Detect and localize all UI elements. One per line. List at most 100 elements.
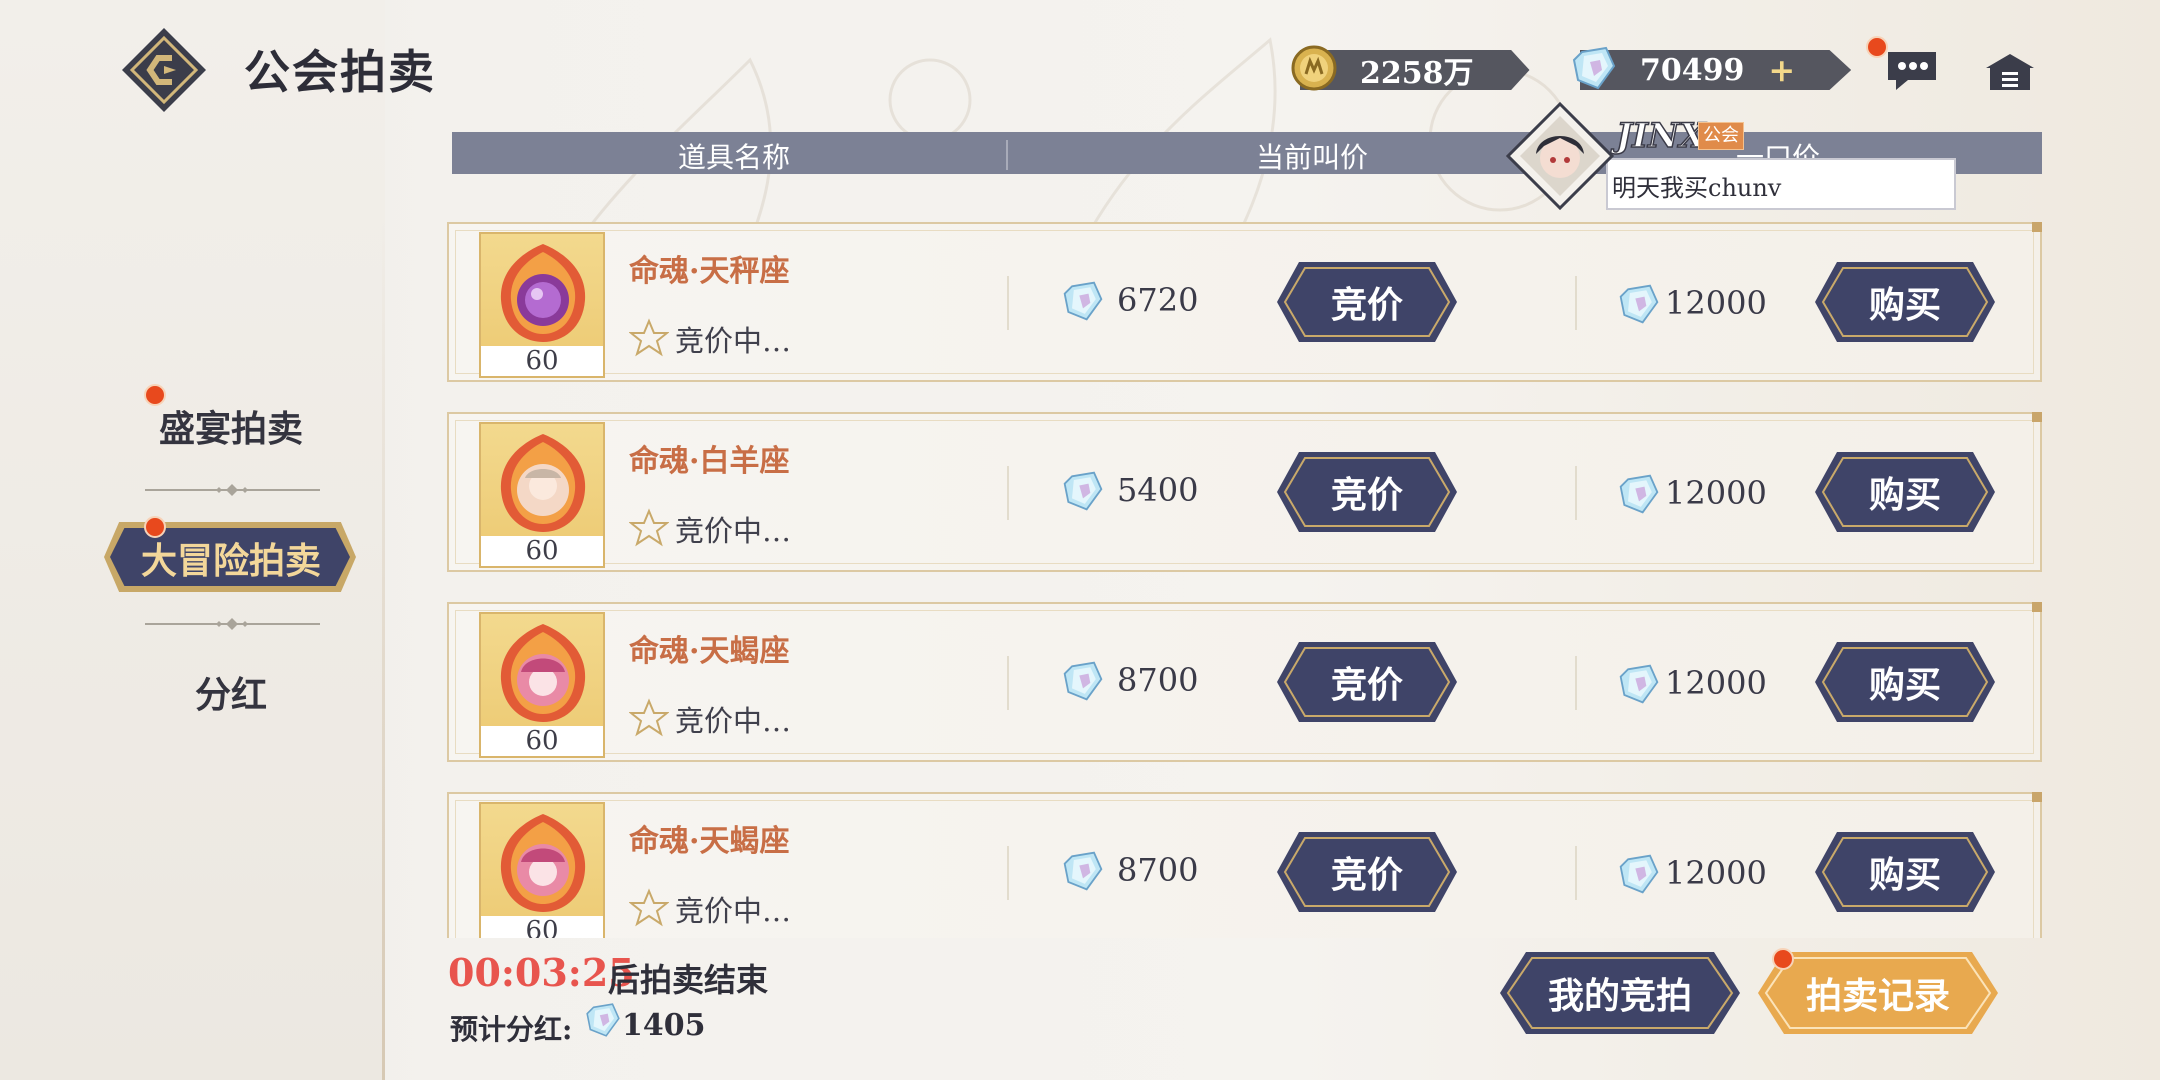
bid-button[interactable]: 竞价: [1277, 452, 1457, 532]
tab-feast-auction[interactable]: 盛宴拍卖: [100, 400, 362, 452]
buy-button-label: 购买: [1868, 474, 1941, 516]
aries-soul-icon: [500, 434, 586, 532]
row-separator: [1575, 656, 1577, 710]
bid-button[interactable]: 竞价: [1277, 262, 1457, 342]
diamond-gem-icon: [1619, 854, 1659, 894]
diamond-gem-icon: [1619, 284, 1659, 324]
table-row: 60 命魂·白羊座 竞价中… 5400 竞价 12000 购买: [447, 412, 2042, 572]
bid-button[interactable]: 竞价: [1277, 642, 1457, 722]
bid-status: 竞价中…: [675, 324, 792, 358]
chat-notification-dot: [1866, 36, 1888, 58]
buyout-price: 12000: [1665, 854, 1767, 892]
item-count: 60: [481, 536, 603, 566]
table-row: 60 命魂·天蝎座 竞价中… 8700 竞价 12000 购买: [447, 792, 2042, 938]
item-icon-frame[interactable]: 60: [479, 422, 605, 568]
gold-coin-icon: [1291, 45, 1337, 91]
gem-currency: 70499 +: [1572, 46, 1852, 92]
item-count: 60: [481, 346, 603, 376]
item-name: 命魂·天蝎座: [629, 824, 790, 859]
player-avatar[interactable]: [1506, 102, 1614, 210]
chat-popup[interactable]: JINX 公会 明天我买chunv: [1506, 102, 1960, 212]
row-separator: [1007, 846, 1009, 900]
current-bid: 6720: [1117, 281, 1199, 319]
diamond-gem-icon: [1063, 661, 1103, 701]
bid-button-label: 竞价: [1330, 854, 1403, 896]
scorpio-soul-icon: [500, 624, 586, 722]
buy-button-label: 购买: [1868, 854, 1941, 896]
gold-amount: 2258万: [1360, 56, 1474, 91]
gem-amount: 70499: [1640, 52, 1745, 88]
item-name: 命魂·天蝎座: [629, 634, 790, 669]
buy-button[interactable]: 购买: [1815, 262, 1995, 342]
buy-button[interactable]: 购买: [1815, 832, 1995, 912]
bid-status: 竞价中…: [675, 894, 792, 928]
row-separator: [1575, 846, 1577, 900]
bid-button-label: 竞价: [1330, 664, 1403, 706]
add-gems-button[interactable]: +: [1768, 51, 1795, 89]
current-bid: 5400: [1117, 471, 1199, 509]
buyout-price: 12000: [1665, 284, 1767, 322]
table-row: 60 命魂·天蝎座 竞价中… 8700 竞价 12000 购买: [447, 602, 2042, 762]
records-notification-dot: [1772, 948, 1794, 970]
bid-button-label: 竞价: [1330, 284, 1403, 326]
auction-records-button[interactable]: 拍卖记录: [1758, 952, 1998, 1034]
countdown-label: 后拍卖结束: [608, 961, 769, 999]
my-bids-label: 我的竞拍: [1547, 975, 1692, 1017]
item-name: 命魂·白羊座: [629, 444, 790, 479]
row-separator: [1007, 656, 1009, 710]
current-bid: 8700: [1117, 851, 1199, 889]
header-separator: [1006, 140, 1008, 170]
row-separator: [1007, 276, 1009, 330]
buy-button-label: 购买: [1868, 284, 1941, 326]
guild-logo-icon: [122, 28, 206, 112]
item-icon-frame[interactable]: 60: [479, 232, 605, 378]
diamond-gem-icon: [1063, 281, 1103, 321]
item-icon-frame[interactable]: 60: [479, 612, 605, 758]
item-name: 命魂·天秤座: [629, 254, 790, 289]
bid-status: 竞价中…: [675, 514, 792, 548]
countdown-timer: 00:03:25: [448, 950, 635, 995]
bid-button[interactable]: 竞价: [1277, 832, 1457, 912]
dividend-label: 预计分红:: [450, 1013, 573, 1046]
buy-button[interactable]: 购买: [1815, 452, 1995, 532]
bid-status: 竞价中…: [675, 704, 792, 738]
column-header-bid: 当前叫价: [1256, 141, 1369, 174]
row-corner-ornament: [2032, 222, 2042, 232]
buy-button[interactable]: 购买: [1815, 642, 1995, 722]
tab-dividend[interactable]: 分红: [100, 666, 362, 718]
row-corner-ornament: [2032, 792, 2042, 802]
gem-amount-box: 70499 +: [1580, 50, 1852, 90]
item-count: 60: [481, 726, 603, 756]
tab-divider: [145, 618, 320, 630]
row-separator: [1575, 466, 1577, 520]
page-title: 公会拍卖: [244, 45, 436, 99]
bid-button-label: 竞价: [1330, 474, 1403, 516]
table-row: 60 命魂·天秤座 竞价中… 6720 竞价 12000 购买: [447, 222, 2042, 382]
buyout-price: 12000: [1665, 664, 1767, 702]
favorite-star-icon[interactable]: [629, 318, 669, 358]
libra-soul-icon: [500, 244, 586, 342]
home-icon[interactable]: [1984, 52, 2036, 92]
diamond-gem-icon: [1619, 664, 1659, 704]
my-bids-button[interactable]: 我的竞拍: [1500, 952, 1740, 1034]
favorite-star-icon[interactable]: [629, 698, 669, 738]
column-header-name: 道具名称: [678, 141, 791, 174]
buyout-price: 12000: [1665, 474, 1767, 512]
item-icon-frame[interactable]: 60: [479, 802, 605, 938]
auction-list[interactable]: 60 60 命魂·天秤座 竞价中… 6720: [445, 178, 2045, 938]
tab-divider: [145, 484, 320, 496]
chat-icon[interactable]: [1884, 48, 1940, 94]
chat-player-name: JINX: [1615, 115, 1706, 157]
row-separator: [1575, 276, 1577, 330]
scorpio-soul-icon: [500, 814, 586, 912]
diamond-gem-icon: [1572, 46, 1616, 90]
diamond-gem-icon: [1619, 474, 1659, 514]
item-count: 60: [481, 916, 603, 938]
tab-adventure-auction[interactable]: 大冒险拍卖: [100, 532, 362, 584]
row-corner-ornament: [2032, 602, 2042, 612]
gold-currency: 2258万: [1291, 45, 1530, 92]
favorite-star-icon[interactable]: [629, 888, 669, 928]
row-separator: [1007, 466, 1009, 520]
diamond-gem-icon: [1063, 471, 1103, 511]
favorite-star-icon[interactable]: [629, 508, 669, 548]
